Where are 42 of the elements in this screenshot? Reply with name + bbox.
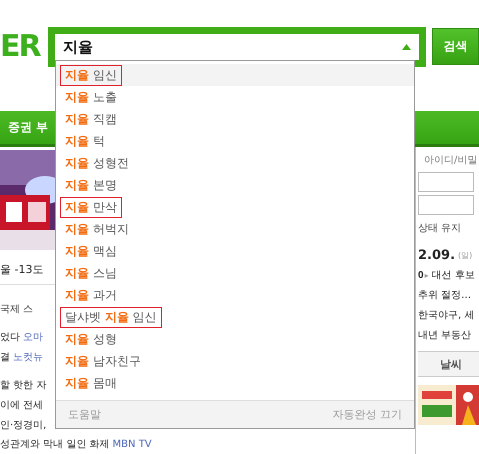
source-link[interactable]: 노컷뉴 — [13, 350, 43, 364]
arrow-icon: ▸ — [424, 270, 429, 280]
suggestion-text: 지율 만삭 — [60, 196, 122, 218]
rank-number: 0 — [418, 270, 424, 280]
suggestion-text: 지율 노출 — [64, 88, 118, 106]
news-link[interactable]: 추위 절정… — [418, 285, 479, 305]
news-link[interactable]: 한국야구, 세 — [418, 305, 479, 325]
headline-text[interactable]: 었다 — [0, 330, 20, 344]
suggestion-text: 지율 허벅지 — [64, 220, 130, 238]
news-link[interactable]: 대선 후보 — [432, 265, 475, 285]
suggestion-text: 지율 턱 — [64, 132, 106, 150]
source-link[interactable]: 오마 — [23, 330, 43, 344]
suggestion-text: 지율 맥심 — [64, 242, 118, 260]
news-link[interactable]: 내년 부동산 — [418, 325, 479, 345]
suggestion-text: 지율 본명 — [64, 176, 118, 194]
suggestion-text: 지율 과거 — [64, 286, 118, 304]
suggestion-item[interactable]: 지율 임신 — [56, 64, 414, 86]
password-field[interactable] — [418, 195, 474, 215]
headline-text[interactable]: 성관계와 막내 일인 화제 — [0, 437, 110, 451]
suggestion-text: 지율 직캠 — [64, 110, 118, 128]
source-link[interactable]: MBN TV — [112, 438, 152, 450]
suggestion-text: 지율 성형 — [64, 330, 118, 348]
search-field[interactable]: 지율 — [62, 38, 398, 56]
suggestion-text: 지율 임신 — [60, 64, 122, 86]
headline-text[interactable]: 결 — [0, 350, 10, 364]
login-title: 아이디/비밀 — [424, 154, 478, 167]
suggestion-text: 달샤벳 지율 임신 — [60, 306, 162, 328]
suggestion-text: 지율 남자친구 — [64, 352, 142, 370]
headline-text[interactable]: 이에 전세 — [0, 398, 44, 412]
keep-login-label[interactable]: 상태 유지 — [418, 221, 479, 235]
section-link[interactable]: 스 — [23, 302, 33, 316]
caret-icon[interactable] — [402, 44, 412, 50]
section-link[interactable]: 국제 — [0, 302, 20, 316]
date-text: 2.09. — [418, 248, 456, 262]
day-text: (일) — [458, 250, 472, 260]
id-field[interactable] — [418, 172, 474, 192]
suggestion-text: 지율 성형전 — [64, 154, 130, 172]
headline-text[interactable]: 할 핫한 자 — [0, 378, 46, 392]
headline-text[interactable]: 인·정경미, — [0, 418, 46, 432]
suggestion-text: 지율 스님 — [64, 264, 118, 282]
weather-tab[interactable]: 날씨 — [440, 356, 462, 372]
suggestion-text: 지율 몸매 — [64, 374, 118, 392]
